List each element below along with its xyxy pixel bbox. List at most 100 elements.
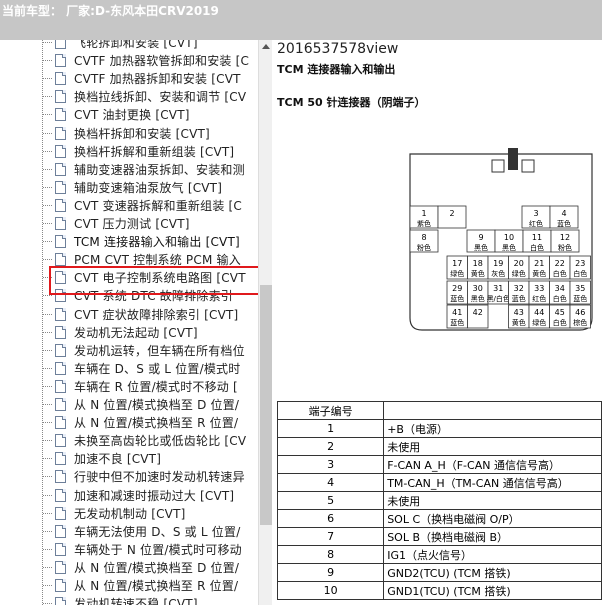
- tree-branch-line: [43, 241, 53, 243]
- tree-item[interactable]: 发动机无法起动 [CVT]: [0, 323, 258, 341]
- tree-item[interactable]: 行驶中但不加速时发动机转速异: [0, 467, 258, 485]
- connector-pin: 44绿色: [528, 304, 550, 329]
- terminal-number: 5: [276, 491, 385, 510]
- tree-item[interactable]: CVT 变速器拆解和重新组装 [C: [0, 196, 258, 214]
- tree-item-label: 无发动机制动 [CVT]: [74, 506, 186, 521]
- tree-item[interactable]: 加速不良 [CVT]: [0, 449, 258, 467]
- terminal-number: 1: [276, 419, 385, 438]
- tree-item-label: 辅助变速箱油泵放气 [CVT]: [74, 180, 223, 195]
- document-view: 2016537578view TCM 连接器输入和输出 TCM 50 针连接器（…: [272, 40, 602, 605]
- pin-wire-color: 蓝色: [450, 294, 464, 303]
- connector-pin: 12粉色: [550, 229, 580, 253]
- terminal-number: 2: [276, 437, 385, 456]
- pin-wire-color: 蓝色: [557, 219, 571, 228]
- tree-item[interactable]: 发动机转速不稳 [CVT]: [0, 594, 258, 605]
- connector-pin: 8粉色: [409, 229, 439, 253]
- pin-wire-color: 棕色: [573, 318, 587, 327]
- scroll-up-arrow-icon[interactable]: [262, 44, 270, 49]
- table-row: 4 TM-CAN_H（TM-CAN 通信信号高）: [276, 473, 602, 492]
- pin-wire-color: 黄色: [512, 318, 526, 327]
- tree-item[interactable]: 辅助变速箱油泵放气 [CVT]: [0, 178, 258, 196]
- tree-item[interactable]: 换档杆拆卸和安装 [CVT]: [0, 124, 258, 142]
- tree-item[interactable]: 飞轮拆卸和安装 [CVT]: [0, 40, 258, 51]
- terminal-number-header: 端子编号: [276, 401, 385, 420]
- pin-wire-color: 白色: [530, 243, 544, 252]
- tree-item[interactable]: 换档拉线拆卸、安装和调节 [CV: [0, 87, 258, 105]
- terminal-number: 6: [276, 509, 385, 528]
- pin-number: 34: [555, 284, 565, 293]
- connector-pin: 22白色: [549, 255, 571, 280]
- tree-item[interactable]: CVT 油封更换 [CVT]: [0, 105, 258, 123]
- pin-number: 19: [493, 259, 503, 268]
- tree-item[interactable]: 加速和减速时振动过大 [CVT]: [0, 486, 258, 504]
- connector-pin: 3红色: [521, 205, 551, 229]
- terminal-number: 4: [276, 473, 385, 492]
- connector-pin: 32蓝色: [508, 280, 530, 305]
- tree-item[interactable]: CVTF 加热器拆卸和安装 [CVT: [0, 69, 258, 87]
- title-bar: 当前车型： 厂家:D-东风本田CRV2019: [0, 0, 602, 40]
- table-header-row: 端子编号: [276, 401, 602, 420]
- tree-branch-line: [43, 42, 53, 43]
- tree-branch-line: [43, 349, 53, 351]
- current-model-label: 当前车型： 厂家:D-东风本田CRV2019: [2, 4, 219, 18]
- tree-item[interactable]: CVTF 加热器软管拆卸和安装 [C: [0, 51, 258, 69]
- pin-number: 29: [452, 284, 462, 293]
- connector-pin: 46棕色: [569, 304, 591, 329]
- document-icon: [55, 72, 66, 86]
- connector-pin: 2: [437, 205, 467, 229]
- tree-branch-line: [43, 168, 53, 170]
- pin-wire-color: 黑/白色: [487, 294, 510, 303]
- tree-item[interactable]: CVT 压力测试 [CVT]: [0, 214, 258, 232]
- tree-item[interactable]: 发动机运转，但车辆在所有档位: [0, 341, 258, 359]
- pin-wire-color: 白色: [553, 269, 567, 278]
- document-heading: TCM 连接器输入和输出: [277, 63, 396, 76]
- pin-wire-color: 黑色: [502, 243, 516, 252]
- scrollbar-thumb[interactable]: [260, 285, 272, 525]
- topic-tree-panel[interactable]: 飞轮拆卸和安装 [CVT] CVTF 加热器软管拆卸和安装 [C CVTF 加热器拆…: [0, 40, 258, 605]
- document-icon: [55, 217, 66, 230]
- terminal-number: 9: [276, 563, 385, 582]
- tree-item[interactable]: CVT 症状故障排除索引 [CVT]: [0, 305, 258, 323]
- connector-pin: 42: [467, 304, 489, 329]
- document-icon: [55, 452, 66, 466]
- pin-wire-color: 蓝色: [512, 294, 526, 303]
- connector-title: TCM 50 针连接器（阴端子）: [277, 96, 426, 109]
- tree-item[interactable]: 从 N 位置/模式换档至 R 位置/: [0, 576, 258, 594]
- pin-wire-color: 灰色: [491, 269, 505, 278]
- tree-item[interactable]: 未换至高齿轮比或低齿轮比 [CV: [0, 431, 258, 449]
- tree-item[interactable]: 换档杆拆解和重新组装 [CVT]: [0, 142, 258, 160]
- tree-item[interactable]: 无发动机制动 [CVT]: [0, 504, 258, 522]
- pin-number: 21: [534, 259, 544, 268]
- tree-item[interactable]: 从 N 位置/模式换档至 R 位置/: [0, 413, 258, 431]
- terminal-description: SOL C（换档电磁阀 O/P）: [383, 509, 602, 528]
- tree-item[interactable]: 从 N 位置/模式换档至 D 位置/: [0, 395, 258, 413]
- tree-vertical-scrollbar[interactable]: [258, 40, 273, 605]
- tree-item-label: CVTF 加热器软管拆卸和安装 [C: [74, 54, 250, 69]
- pin-number: 20: [514, 259, 524, 268]
- document-icon: [55, 524, 66, 538]
- pin-wire-color: 红色: [532, 294, 546, 303]
- terminal-number: 3: [276, 455, 385, 474]
- tree-branch-line: [43, 96, 53, 98]
- tree-item[interactable]: 车辆在 R 位置/模式时不移动 [: [0, 377, 258, 395]
- tree-branch-line: [43, 566, 53, 568]
- terminal-description: 未使用: [383, 491, 602, 510]
- connector-pin: 4蓝色: [549, 205, 579, 229]
- pin-wire-color: 粉色: [558, 243, 572, 252]
- tree-item[interactable]: 车辆无法使用 D、S 或 L 位置/: [0, 522, 258, 540]
- tree-item[interactable]: 车辆处于 N 位置/模式时可移动: [0, 540, 258, 558]
- connector-diagram: 1紫色2 3红色4蓝色8粉色9黑色10黑色11白色12粉色17绿色18黄色19灰色…: [409, 148, 593, 331]
- document-icon: [55, 198, 66, 212]
- tree-branch-line: [43, 585, 53, 586]
- tree-item-label: 换档拉线拆卸、安装和调节 [CV: [74, 90, 247, 105]
- tree-item[interactable]: 辅助变速器油泵拆卸、安装和测: [0, 160, 258, 178]
- tree-item[interactable]: 从 N 位置/模式换档至 D 位置/: [0, 558, 258, 576]
- tree-item[interactable]: TCM 连接器输入和输出 [CVT]: [0, 232, 258, 250]
- pin-number: 32: [514, 284, 524, 293]
- document-icon: [55, 579, 66, 592]
- terminal-number: 10: [276, 581, 385, 600]
- connector-pin: 45白色: [549, 304, 571, 329]
- tree-item[interactable]: 车辆在 D、S 或 L 位置/模式时: [0, 359, 258, 377]
- tree-item-label: 从 N 位置/模式换档至 D 位置/: [74, 560, 240, 575]
- table-row: 6 SOL C（换档电磁阀 O/P）: [276, 509, 602, 528]
